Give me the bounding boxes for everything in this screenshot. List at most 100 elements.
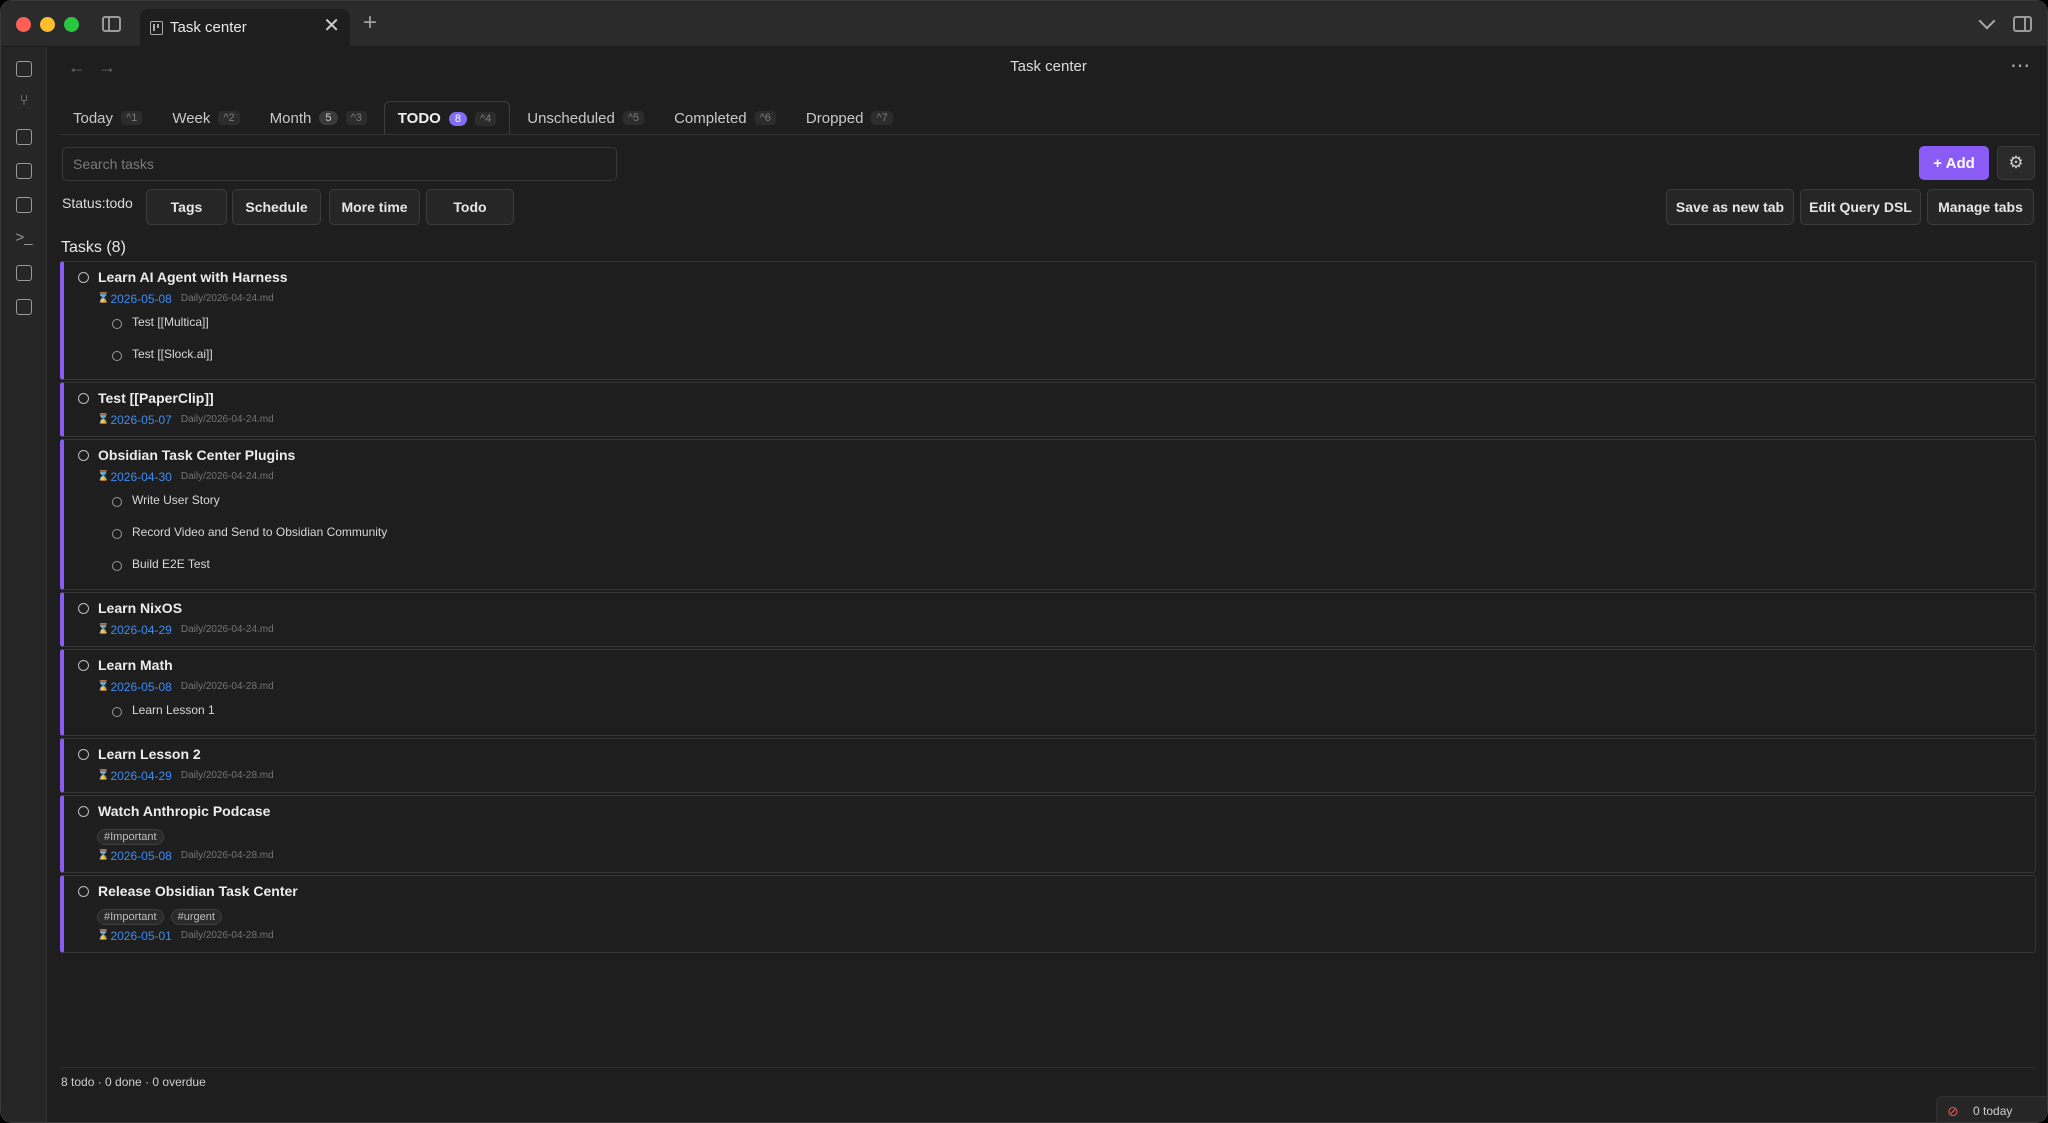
search-input[interactable] <box>62 147 617 181</box>
task-checkbox[interactable] <box>78 660 89 671</box>
gear-icon[interactable]: ⚙ <box>1997 146 2035 180</box>
close-window-button[interactable] <box>16 17 31 32</box>
task-title[interactable]: Learn Math <box>98 657 173 673</box>
task-date[interactable]: 2026-04-29 <box>110 623 171 637</box>
task-title[interactable]: Learn Lesson 2 <box>98 746 201 762</box>
task-tag[interactable]: #Important <box>97 828 164 845</box>
schedule-filter-button[interactable]: Schedule <box>232 189 321 225</box>
close-tab-icon[interactable]: ✕ <box>323 16 340 36</box>
today-count[interactable]: 0 today <box>1973 1104 2012 1118</box>
task-date[interactable]: 2026-04-29 <box>110 769 171 783</box>
subtask-title[interactable]: Record Video and Send to Obsidian Commun… <box>132 525 387 539</box>
task-date[interactable]: 2026-05-08 <box>110 849 171 863</box>
task-source-file[interactable]: Daily/2026-04-24.md <box>181 414 274 425</box>
add-task-button[interactable]: + Add <box>1919 146 1989 180</box>
subtask[interactable]: Write User Story <box>64 485 2035 517</box>
task-date[interactable]: 2026-05-08 <box>110 680 171 694</box>
task-title[interactable]: Release Obsidian Task Center <box>98 883 298 899</box>
task-title[interactable]: Test [[PaperClip]] <box>98 390 214 406</box>
manage-tabs-button[interactable]: Manage tabs <box>1927 189 2034 225</box>
task-tag[interactable]: #Important <box>97 908 164 925</box>
subtask-title[interactable]: Learn Lesson 1 <box>132 703 215 717</box>
templates-icon[interactable] <box>16 197 32 213</box>
task-source-file[interactable]: Daily/2026-04-24.md <box>181 471 274 482</box>
task-list-icon[interactable] <box>16 265 32 281</box>
subtask-title[interactable]: Test [[Slock.ai]] <box>132 347 213 361</box>
task-source-file[interactable]: Daily/2026-04-24.md <box>181 624 274 635</box>
tab-unscheduled[interactable]: Unscheduled ^5 <box>514 101 657 135</box>
tab-shortcut: ^3 <box>345 111 367 125</box>
right-sidebar-toggle-icon[interactable] <box>2013 16 2032 32</box>
subtask-checkbox[interactable] <box>112 561 122 571</box>
task-checkbox[interactable] <box>78 393 89 404</box>
todo-filter-button[interactable]: Todo <box>426 189 514 225</box>
subtask-title[interactable]: Write User Story <box>132 493 220 507</box>
subtask-checkbox[interactable] <box>112 351 122 361</box>
subtask[interactable]: Record Video and Send to Obsidian Commun… <box>64 517 2035 549</box>
canvas-icon[interactable] <box>16 129 32 145</box>
subtask[interactable]: Test [[Slock.ai]] <box>64 339 2035 371</box>
task-card[interactable]: Obsidian Task Center Plugins ⌛ 2026-04-3… <box>60 439 2036 590</box>
task-checkbox[interactable] <box>78 603 89 614</box>
task-card[interactable]: Watch Anthropic Podcase #Important ⌛ 202… <box>60 795 2036 873</box>
task-title[interactable]: Learn AI Agent with Harness <box>98 269 288 285</box>
tags-filter-button[interactable]: Tags <box>146 189 227 225</box>
more-options-icon[interactable]: ⋯ <box>2010 53 2031 78</box>
subtask-checkbox[interactable] <box>112 707 122 717</box>
subtask-checkbox[interactable] <box>112 529 122 539</box>
tab-task-center[interactable]: Task center ✕ <box>140 9 350 47</box>
tab-list-chevron-down-icon[interactable] <box>1978 12 1996 30</box>
task-date[interactable]: 2026-05-01 <box>110 929 171 943</box>
subtask-checkbox[interactable] <box>112 319 122 329</box>
task-card[interactable]: Learn Lesson 2 ⌛ 2026-04-29 Daily/2026-0… <box>60 738 2036 793</box>
tab-month[interactable]: Month 5 ^3 <box>257 101 380 135</box>
tab-dropped[interactable]: Dropped ^7 <box>793 101 906 135</box>
save-as-new-tab-button[interactable]: Save as new tab <box>1666 189 1794 225</box>
terminal-icon[interactable]: >_ <box>14 229 34 247</box>
task-card[interactable]: Test [[PaperClip]] ⌛ 2026-05-07 Daily/20… <box>60 382 2036 437</box>
task-card[interactable]: Learn Math ⌛ 2026-05-08 Daily/2026-04-28… <box>60 649 2036 736</box>
task-card[interactable]: Release Obsidian Task Center #Important … <box>60 875 2036 953</box>
task-date[interactable]: 2026-05-08 <box>110 292 171 306</box>
task-source-file[interactable]: Daily/2026-04-28.md <box>181 930 274 941</box>
task-date[interactable]: 2026-04-30 <box>110 470 171 484</box>
sync-disabled-icon[interactable]: ⊘ <box>1947 1103 1959 1120</box>
subtask[interactable]: Learn Lesson 1 <box>64 695 2035 727</box>
task-title[interactable]: Obsidian Task Center Plugins <box>98 447 295 463</box>
minimize-window-button[interactable] <box>40 17 55 32</box>
subtask-title[interactable]: Build E2E Test <box>132 557 210 571</box>
subtask[interactable]: Build E2E Test <box>64 549 2035 581</box>
task-checkbox[interactable] <box>78 272 89 283</box>
tab-week[interactable]: Week ^2 <box>159 101 252 135</box>
new-tab-icon[interactable]: + <box>363 11 377 35</box>
calendar-icon[interactable] <box>16 163 32 179</box>
tab-todo[interactable]: TODO 8 ^4 <box>383 101 511 135</box>
kanban-icon[interactable] <box>16 299 32 315</box>
tab-today[interactable]: Today ^1 <box>60 101 155 135</box>
task-checkbox[interactable] <box>78 749 89 760</box>
quick-switcher-icon[interactable] <box>16 61 32 77</box>
task-checkbox[interactable] <box>78 886 89 897</box>
task-title[interactable]: Watch Anthropic Podcase <box>98 803 270 819</box>
edit-query-dsl-button[interactable]: Edit Query DSL <box>1800 189 1921 225</box>
task-tag[interactable]: #urgent <box>170 908 222 925</box>
task-list: Learn AI Agent with Harness ⌛ 2026-05-08… <box>60 261 2036 955</box>
task-checkbox[interactable] <box>78 806 89 817</box>
task-date[interactable]: 2026-05-07 <box>110 413 171 427</box>
task-title[interactable]: Learn NixOS <box>98 600 182 616</box>
subtask-checkbox[interactable] <box>112 497 122 507</box>
task-card[interactable]: Learn AI Agent with Harness ⌛ 2026-05-08… <box>60 261 2036 380</box>
subtask-title[interactable]: Test [[Multica]] <box>132 315 209 329</box>
subtask[interactable]: Test [[Multica]] <box>64 307 2035 339</box>
task-source-file[interactable]: Daily/2026-04-24.md <box>181 293 274 304</box>
graph-icon[interactable]: ⑂ <box>14 92 34 110</box>
task-checkbox[interactable] <box>78 450 89 461</box>
more-time-filter-button[interactable]: More time <box>329 189 420 225</box>
left-sidebar-toggle-icon[interactable] <box>102 16 121 32</box>
tab-completed[interactable]: Completed ^6 <box>661 101 789 135</box>
task-source-file[interactable]: Daily/2026-04-28.md <box>181 770 274 781</box>
task-source-file[interactable]: Daily/2026-04-28.md <box>181 850 274 861</box>
maximize-window-button[interactable] <box>64 17 79 32</box>
task-source-file[interactable]: Daily/2026-04-28.md <box>181 681 274 692</box>
task-card[interactable]: Learn NixOS ⌛ 2026-04-29 Daily/2026-04-2… <box>60 592 2036 647</box>
